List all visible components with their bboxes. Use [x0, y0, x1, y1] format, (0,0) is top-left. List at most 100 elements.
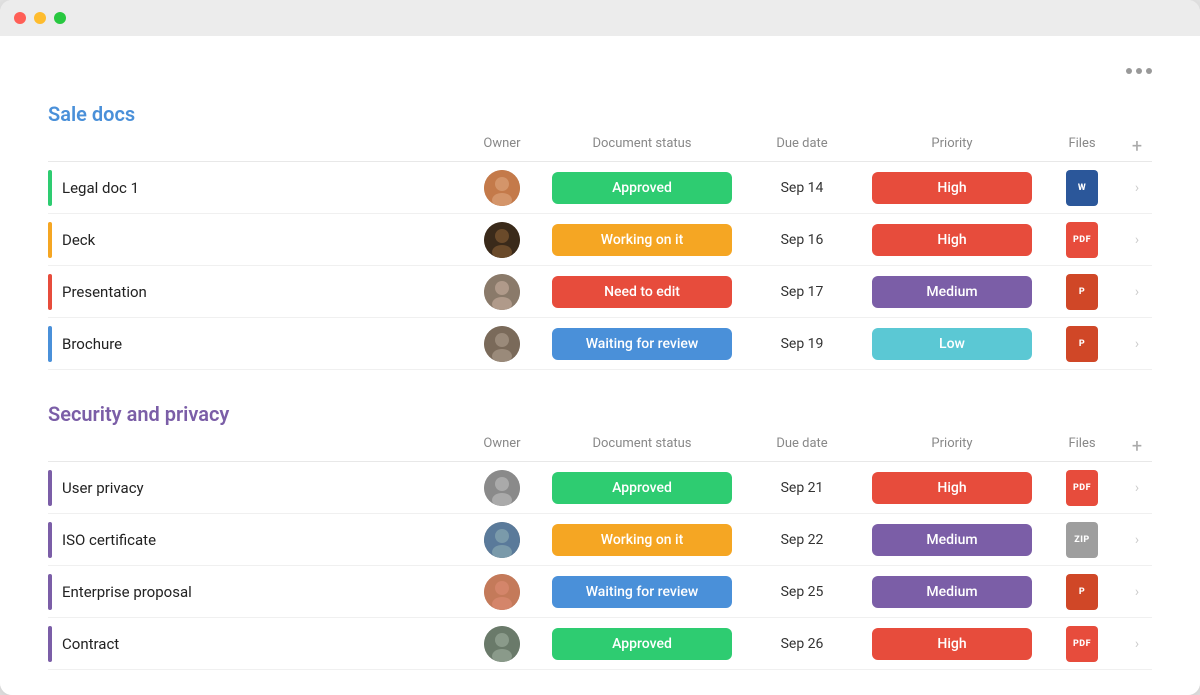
owner-cell [462, 274, 542, 310]
priority-cell: Medium [862, 576, 1042, 608]
chevron-cell: › [1122, 232, 1152, 248]
row-name-cell: User privacy [48, 470, 462, 506]
files-cell: W [1042, 170, 1122, 206]
priority-badge: Low [872, 328, 1032, 360]
avatar [484, 170, 520, 206]
priority-cell: Medium [862, 276, 1042, 308]
app-window: Sale docs Owner Document status Due date… [0, 0, 1200, 695]
row-name-text: ISO certificate [62, 531, 156, 549]
status-cell: Working on it [542, 524, 742, 556]
chevron-cell: › [1122, 584, 1152, 600]
sections-container: Sale docs Owner Document status Due date… [48, 102, 1152, 670]
file-icon[interactable]: ZIP [1066, 522, 1098, 558]
file-icon[interactable]: PDF [1066, 222, 1098, 258]
minimize-button[interactable] [34, 12, 46, 24]
priority-badge: Medium [872, 576, 1032, 608]
chevron-icon: › [1135, 532, 1139, 548]
section-title-security-privacy: Security and privacy [48, 402, 229, 426]
row-border [48, 222, 52, 258]
section-header-sale-docs: Sale docs [48, 102, 1152, 126]
chevron-cell: › [1122, 480, 1152, 496]
file-label: PDF [1073, 639, 1091, 649]
section-title-sale-docs: Sale docs [48, 102, 135, 126]
file-label: P [1079, 287, 1085, 297]
main-content: Sale docs Owner Document status Due date… [0, 36, 1200, 695]
row-border [48, 170, 52, 206]
add-button-sale-docs[interactable]: + [1122, 136, 1152, 157]
table-row[interactable]: Contract ApprovedSep 26HighPDF› [48, 618, 1152, 670]
page-header [48, 68, 1152, 74]
due-cell: Sep 17 [742, 284, 862, 300]
section-sale-docs: Sale docs Owner Document status Due date… [48, 102, 1152, 370]
status-badge: Approved [552, 472, 732, 504]
file-icon[interactable]: PDF [1066, 626, 1098, 662]
owner-cell [462, 326, 542, 362]
status-cell: Approved [542, 628, 742, 660]
maximize-button[interactable] [54, 12, 66, 24]
row-name-cell: Enterprise proposal [48, 574, 462, 610]
file-icon[interactable]: P [1066, 574, 1098, 610]
chevron-icon: › [1135, 480, 1139, 496]
priority-badge: Medium [872, 276, 1032, 308]
due-cell: Sep 14 [742, 180, 862, 196]
file-icon[interactable]: W [1066, 170, 1098, 206]
avatar [484, 470, 520, 506]
close-button[interactable] [14, 12, 26, 24]
owner-cell [462, 522, 542, 558]
status-cell: Approved [542, 472, 742, 504]
row-name-text: Presentation [62, 283, 147, 301]
due-cell: Sep 21 [742, 480, 862, 496]
status-cell: Need to edit [542, 276, 742, 308]
table-row[interactable]: ISO certificate Working on itSep 22Mediu… [48, 514, 1152, 566]
priority-cell: High [862, 472, 1042, 504]
file-icon[interactable]: P [1066, 274, 1098, 310]
table-row[interactable]: Presentation Need to edit Sep 17 Medium P › [48, 266, 1152, 318]
chevron-icon: › [1135, 336, 1139, 352]
chevron-icon: › [1135, 584, 1139, 600]
table-row[interactable]: Enterprise proposal Waiting for review Se… [48, 566, 1152, 618]
status-badge: Waiting for review [552, 576, 732, 608]
chevron-cell: › [1122, 284, 1152, 300]
col-owner: Owner [462, 436, 542, 457]
col-status: Document status [542, 136, 742, 157]
add-button-security-privacy[interactable]: + [1122, 436, 1152, 457]
section-security-privacy: Security and privacy Owner Document stat… [48, 402, 1152, 670]
table-row[interactable]: Legal doc 1 ApprovedSep 14HighW› [48, 162, 1152, 214]
col-files: Files [1042, 136, 1122, 157]
file-icon[interactable]: P [1066, 326, 1098, 362]
chevron-icon: › [1135, 636, 1139, 652]
chevron-icon: › [1135, 232, 1139, 248]
due-cell: Sep 19 [742, 336, 862, 352]
priority-cell: Low [862, 328, 1042, 360]
files-cell: P [1042, 574, 1122, 610]
row-name-cell: Legal doc 1 [48, 170, 462, 206]
file-icon[interactable]: PDF [1066, 470, 1098, 506]
priority-badge: Medium [872, 524, 1032, 556]
status-badge: Need to edit [552, 276, 732, 308]
priority-badge: High [872, 628, 1032, 660]
priority-cell: High [862, 628, 1042, 660]
col-headers-security-privacy: Owner Document status Due date Priority … [48, 432, 1152, 462]
chevron-cell: › [1122, 180, 1152, 196]
dot1 [1126, 68, 1132, 74]
table-row[interactable]: User privacy Approved Sep 21 High PDF › [48, 462, 1152, 514]
owner-cell [462, 626, 542, 662]
more-options-button[interactable] [1126, 68, 1152, 74]
files-cell: ZIP [1042, 522, 1122, 558]
table-row[interactable]: Brochure Waiting for reviewSep 19LowP› [48, 318, 1152, 370]
row-border [48, 574, 52, 610]
row-border [48, 326, 52, 362]
priority-cell: High [862, 224, 1042, 256]
status-badge: Working on it [552, 524, 732, 556]
row-name-cell: Contract [48, 626, 462, 662]
status-badge: Approved [552, 172, 732, 204]
priority-badge: High [872, 472, 1032, 504]
due-cell: Sep 25 [742, 584, 862, 600]
row-name-text: Deck [62, 231, 95, 249]
row-name-cell: Deck [48, 222, 462, 258]
due-cell: Sep 16 [742, 232, 862, 248]
table-row[interactable]: Deck Working on itSep 16HighPDF› [48, 214, 1152, 266]
status-cell: Approved [542, 172, 742, 204]
priority-cell: Medium [862, 524, 1042, 556]
file-label: ZIP [1074, 535, 1089, 545]
